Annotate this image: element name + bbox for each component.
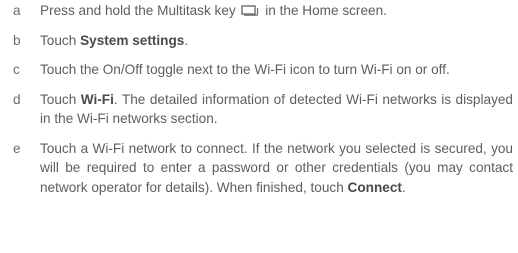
step-b: b Touch System settings. xyxy=(13,31,513,51)
ui-term-system-settings: System settings xyxy=(80,32,185,48)
step-letter: e xyxy=(13,140,21,156)
step-text: Touch the On/Off toggle next to the Wi-F… xyxy=(40,62,450,77)
step-text-segment: Touch xyxy=(40,91,81,107)
ui-term-wifi: Wi-Fi xyxy=(80,91,114,107)
step-letter: d xyxy=(13,91,21,107)
step-letter: b xyxy=(13,32,21,48)
step-letter: c xyxy=(13,62,20,77)
multitask-key-icon xyxy=(241,5,259,16)
step-text: Touch Wi-Fi. The detailed information of… xyxy=(40,92,513,127)
step-letter: a xyxy=(13,3,21,18)
step-text-segment: Touch xyxy=(40,32,81,48)
step-text-segment: . xyxy=(401,179,406,195)
step-text-segment: Press and hold the Multitask key xyxy=(40,3,240,18)
step-text: Touch a Wi-Fi network to connect. If the… xyxy=(40,141,513,195)
step-d: d Touch Wi-Fi. The detailed information … xyxy=(13,90,513,129)
step-text: Press and hold the Multitask key in the … xyxy=(40,3,387,18)
step-a: a Press and hold the Multitask key in th… xyxy=(13,1,513,21)
instruction-steps: a Press and hold the Multitask key in th… xyxy=(13,1,513,207)
step-text-segment: Touch a Wi-Fi network to connect. If the… xyxy=(40,140,513,195)
step-text: Touch System settings. xyxy=(40,33,188,48)
step-text-segment: . xyxy=(184,32,189,48)
step-text-segment: Touch the On/Off toggle next to the Wi-F… xyxy=(40,62,450,77)
step-text-segment: in the Home screen. xyxy=(261,3,387,18)
ui-term-connect: Connect xyxy=(347,179,402,195)
step-e: e Touch a Wi-Fi network to connect. If t… xyxy=(13,139,513,198)
step-c: c Touch the On/Off toggle next to the Wi… xyxy=(13,60,513,80)
